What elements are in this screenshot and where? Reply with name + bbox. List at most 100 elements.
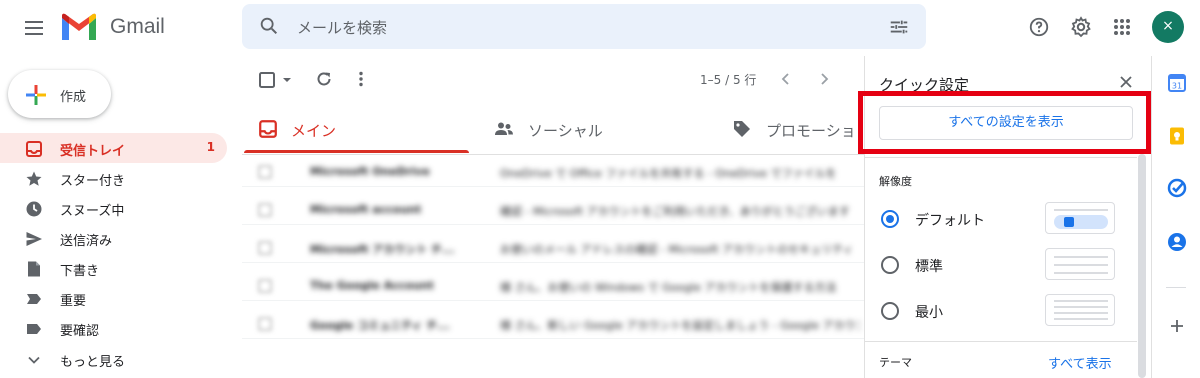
density-option-default[interactable]: デフォルト: [865, 200, 1137, 240]
sidebar-item-label: 送信済み: [60, 234, 113, 249]
sidebar-item-more[interactable]: もっと見る: [0, 344, 227, 374]
clock-icon: [25, 200, 43, 218]
email-row[interactable]: Microsoft アカウント チ... お使いのメール アドレスの確認 - M…: [242, 233, 864, 263]
tab-label: メイン: [291, 122, 337, 140]
sidebar-item-sent[interactable]: 送信済み: [0, 223, 227, 253]
tab-social[interactable]: ソーシャル: [480, 104, 710, 154]
sidebar-item-label: 受信トレイ: [60, 144, 126, 159]
email-row[interactable]: Microsoft account 確認 - Microsoft アカウントをご…: [242, 195, 864, 225]
inbox-icon: [258, 119, 278, 139]
density-option-label: デフォルト: [915, 213, 985, 229]
radio-button[interactable]: [881, 302, 899, 320]
row-checkbox[interactable]: [258, 317, 272, 331]
gear-icon[interactable]: [1069, 15, 1093, 39]
side-panel-rail: 31: [1151, 56, 1200, 378]
apps-grid-icon[interactable]: [1112, 17, 1132, 37]
email-subject: 様 さん、新しい Google アカウントを設定しましょう - Google ア…: [500, 319, 860, 332]
email-subject: OneDrive で Office ファイルを共有する - OneDrive で…: [500, 167, 837, 180]
tag-icon: [732, 119, 752, 139]
svg-text:31: 31: [1172, 82, 1182, 91]
gmail-logo-icon[interactable]: [60, 12, 98, 42]
row-checkbox[interactable]: [258, 279, 272, 293]
app-name: Gmail: [110, 15, 165, 38]
row-checkbox[interactable]: [258, 241, 272, 255]
sidebar-item-snoozed[interactable]: スヌーズ中: [0, 193, 227, 223]
row-checkbox[interactable]: [258, 165, 272, 179]
account-avatar[interactable]: ×: [1152, 11, 1184, 43]
search-input[interactable]: メールを検索: [297, 17, 387, 38]
tab-label: プロモーショ: [766, 122, 856, 140]
people-icon: [494, 119, 514, 139]
sidebar-item-label: 下書き: [60, 264, 100, 279]
email-subject: お使いのメール アドレスの確認 - Microsoft アカウントのセキュリティ: [500, 243, 854, 256]
more-vert-icon[interactable]: [352, 70, 370, 88]
email-row[interactable]: Google コミュニティ チ... 様 さん、新しい Google アカウント…: [242, 309, 864, 339]
tab-promotions[interactable]: プロモーショ: [720, 104, 864, 154]
highlight-box: [858, 91, 1151, 154]
search-icon[interactable]: [258, 15, 280, 37]
sidebar-item-label: 要確認: [60, 324, 100, 339]
density-heading: 解像度: [879, 175, 912, 188]
sidebar-item-drafts[interactable]: 下書き: [0, 253, 227, 283]
tab-label: ソーシャル: [528, 122, 603, 140]
divider: [865, 157, 1137, 158]
search-bar[interactable]: メールを検索: [242, 4, 926, 49]
help-icon[interactable]: [1028, 16, 1050, 38]
sidebar-item-review[interactable]: 要確認: [0, 313, 227, 343]
sidebar-item-label: 重要: [60, 294, 87, 309]
density-preview-default: [1045, 202, 1115, 234]
divider: [242, 154, 864, 155]
row-checkbox[interactable]: [258, 203, 272, 217]
chevron-left-icon[interactable]: [778, 71, 794, 87]
sidebar-item-inbox[interactable]: 受信トレイ 1: [0, 133, 227, 163]
chevron-right-icon[interactable]: [816, 71, 832, 87]
density-option-compact[interactable]: 最小: [865, 292, 1137, 332]
unread-count: 1: [206, 140, 215, 154]
inbox-icon: [25, 140, 43, 158]
density-preview-standard: [1045, 248, 1115, 280]
sidebar-item-label: スヌーズ中: [60, 204, 125, 219]
main-menu-icon[interactable]: [22, 16, 46, 40]
compose-label: 作成: [60, 90, 87, 105]
tab-main[interactable]: メイン: [242, 104, 469, 154]
density-option-standard[interactable]: 標準: [865, 246, 1137, 286]
compose-button[interactable]: 作成: [8, 70, 111, 118]
radio-button[interactable]: [881, 210, 899, 228]
add-addon-icon[interactable]: [1167, 316, 1187, 336]
active-tab-indicator: [244, 150, 469, 153]
email-subject: 様 さん、お使いの Windows で Google アカウントを保護する方法: [500, 281, 837, 294]
email-sender: Google コミュニティ チ...: [310, 319, 450, 332]
calendar-icon[interactable]: 31: [1167, 73, 1187, 93]
select-all-checkbox[interactable]: [258, 70, 294, 90]
density-option-label: 標準: [915, 259, 943, 275]
label-important-icon: [25, 290, 43, 308]
email-row[interactable]: Microsoft OneDrive OneDrive で Office ファイ…: [242, 157, 864, 187]
email-row[interactable]: The Google Account 様 さん、お使いの Windows で G…: [242, 271, 864, 301]
email-sender: The Google Account: [310, 279, 434, 292]
sidebar-item-starred[interactable]: スター付き: [0, 163, 227, 193]
refresh-icon[interactable]: [315, 70, 333, 88]
email-subject: 確認 - Microsoft アカウントをご利用いただき、ありがとうございます: [500, 205, 850, 218]
sidebar-item-label: スター付き: [60, 174, 126, 189]
tasks-icon[interactable]: [1167, 178, 1187, 198]
keep-icon[interactable]: [1167, 126, 1187, 146]
sidebar-item-label: もっと見る: [60, 355, 126, 370]
radio-button[interactable]: [881, 256, 899, 274]
divider: [865, 341, 1137, 342]
scrollbar[interactable]: [1138, 154, 1146, 378]
email-sender: Microsoft OneDrive: [310, 165, 430, 178]
email-sender: Microsoft アカウント チ...: [310, 243, 455, 256]
close-icon[interactable]: [1117, 73, 1135, 91]
divider: [1166, 287, 1186, 288]
draft-icon: [25, 260, 43, 278]
density-option-label: 最小: [915, 305, 943, 321]
chevron-down-icon: [25, 351, 43, 369]
density-preview-compact: [1045, 294, 1115, 326]
theme-heading: テーマ: [879, 356, 912, 369]
theme-see-all-link[interactable]: すべて表示: [1048, 353, 1112, 372]
search-options-icon[interactable]: [888, 16, 910, 38]
sidebar-item-important[interactable]: 重要: [0, 283, 227, 313]
top-bar: Gmail メールを検索 ×: [0, 0, 1200, 56]
send-icon: [25, 230, 43, 248]
contacts-icon[interactable]: [1167, 232, 1187, 252]
